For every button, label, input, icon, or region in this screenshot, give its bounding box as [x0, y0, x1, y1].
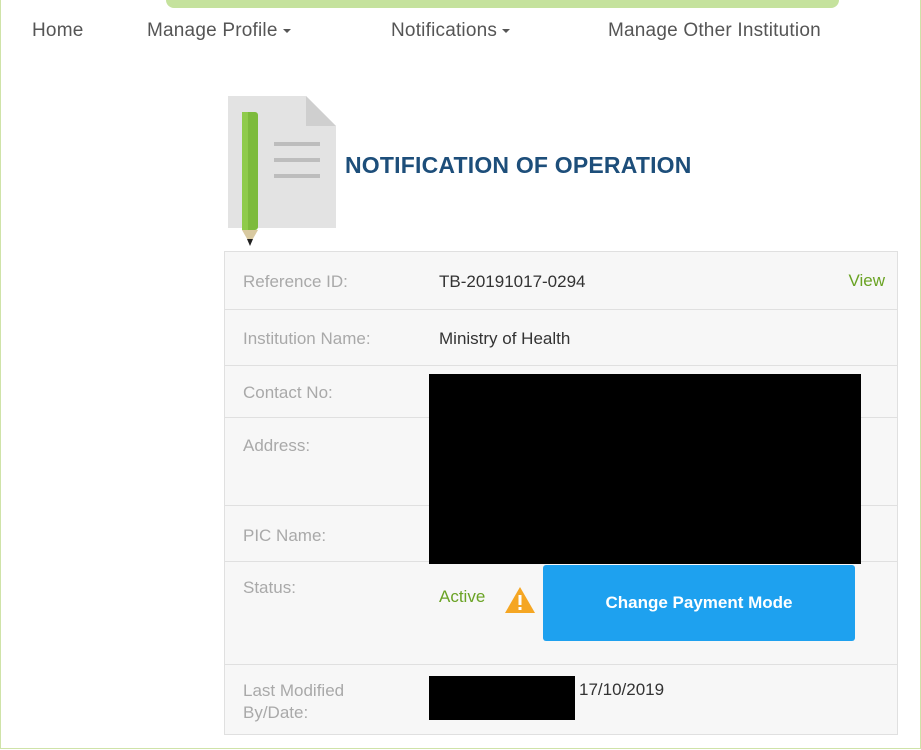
- contact-no-label: Contact No:: [243, 383, 333, 402]
- institution-name-label: Institution Name:: [243, 329, 371, 348]
- nav-notifications-label: Notifications: [391, 20, 498, 41]
- view-link[interactable]: View: [848, 271, 885, 291]
- nav-manage-other-institution[interactable]: Manage Other Institution: [608, 20, 821, 42]
- chevron-down-icon: [282, 28, 291, 33]
- chevron-down-icon: [502, 28, 511, 33]
- row-status: Status: Active Change Payment Mode: [225, 561, 897, 664]
- reference-id-label: Reference ID:: [243, 272, 348, 291]
- pic-name-label: PIC Name:: [243, 526, 327, 545]
- top-accent-bar: [166, 0, 839, 8]
- redacted-contact-address-pic: [429, 374, 861, 564]
- last-modified-label-line1: Last Modified: [243, 681, 345, 700]
- status-value: Active: [439, 587, 486, 606]
- last-modified-date: 17/10/2019: [579, 680, 665, 699]
- nav-manage-profile[interactable]: Manage Profile: [147, 20, 291, 42]
- warning-icon: [505, 587, 535, 613]
- redacted-modified-by: [429, 676, 575, 720]
- document-pen-icon: [228, 96, 336, 246]
- page-title: NOTIFICATION OF OPERATION: [345, 152, 692, 178]
- change-payment-mode-button[interactable]: Change Payment Mode: [543, 565, 855, 641]
- last-modified-label: Last Modified By/Date:: [243, 680, 344, 724]
- nav-notifications[interactable]: Notifications: [391, 20, 511, 42]
- nav-manage-profile-label: Manage Profile: [147, 20, 278, 41]
- institution-name-value: Ministry of Health: [439, 329, 571, 348]
- nav-home[interactable]: Home: [32, 20, 83, 42]
- address-label: Address:: [243, 436, 311, 455]
- status-label: Status:: [243, 578, 296, 597]
- row-institution-name: Institution Name: Ministry of Health: [225, 309, 897, 365]
- last-modified-label-line2: By/Date:: [243, 703, 309, 722]
- row-reference-id: Reference ID: TB-20191017-0294 View: [225, 251, 897, 309]
- reference-id-value: TB-20191017-0294: [439, 272, 586, 291]
- main-nav: Home Manage Profile Notifications Manage…: [0, 20, 921, 50]
